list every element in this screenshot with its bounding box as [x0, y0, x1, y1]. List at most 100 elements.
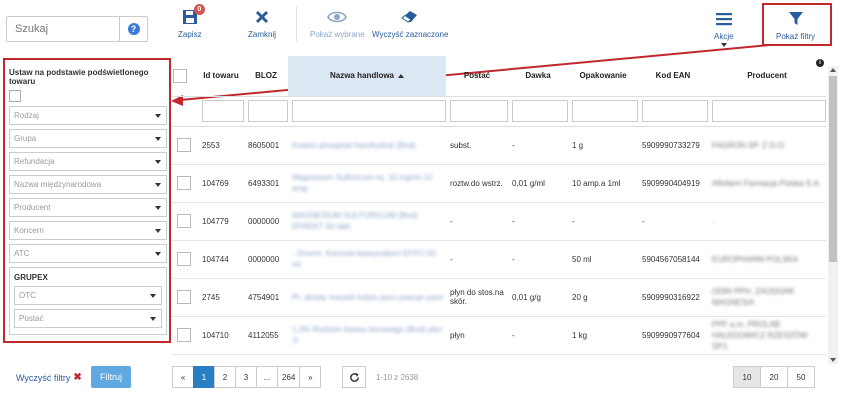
cell-nazwa: MAGNESIUM SULFURICUM (Bnd) EFREKT 60 tab…	[292, 211, 418, 231]
sort-ascending-icon	[398, 74, 404, 79]
pagination-page-3[interactable]: 3	[235, 366, 257, 388]
filter-input-id[interactable]	[202, 100, 244, 122]
column-header-producent[interactable]: Producent	[708, 56, 826, 97]
cell-opakowanie: 20 g	[572, 292, 588, 302]
cell-postac: płyn	[450, 330, 465, 340]
cell-id: 104710	[202, 330, 229, 340]
cell-id: 104744	[202, 254, 229, 264]
cell-bloz: 4112055	[248, 330, 279, 340]
scroll-thumb[interactable]	[829, 76, 837, 262]
row-checkbox[interactable]	[177, 328, 191, 342]
cell-opakowanie: 1 kg	[572, 330, 588, 340]
table-row[interactable]: 104769 6493301 Magnesium Sulfuricum inj. 1…	[172, 164, 826, 203]
cell-bloz-td: 6493301	[244, 164, 288, 203]
table-row[interactable]: 104744 0000000 - Zinemt. Kancela kaseycake…	[172, 240, 826, 279]
cell-id: 2553	[202, 140, 220, 150]
cell-dawka: -	[512, 140, 515, 150]
table-row[interactable]: 2745 4754901 Pr. aksidy meyadi lodytu poro…	[172, 278, 826, 317]
row-checkbox-cell	[172, 202, 198, 241]
cell-producent-td: ODRI PPH. ZAODGRK MAGNESIA	[708, 278, 826, 317]
cell-producent: Aflofarm Farmacja Polska S.A.	[712, 178, 821, 188]
table-row[interactable]: 104779 0000000 MAGNESIUM SULFURICUM (Bnd) …	[172, 202, 826, 241]
filter-select-producent[interactable]: Producent	[9, 198, 167, 217]
info-icon[interactable]: i	[816, 59, 824, 67]
select-value: Postać	[19, 314, 44, 323]
column-header-ean[interactable]: Kod EAN	[638, 56, 708, 97]
highlighted-product-checkbox[interactable]	[9, 90, 21, 102]
cell-id-td: 2745	[198, 278, 244, 317]
clear-filters-link[interactable]: Wyczyść filtry ✖	[16, 372, 82, 383]
cell-opakowanie-td: -	[568, 202, 638, 241]
cell-bloz: 4754901	[248, 292, 280, 302]
cell-producent-td: Aflofarm Farmacja Polska S.A.	[708, 164, 826, 203]
filter-select-postac[interactable]: Postać	[14, 309, 162, 328]
cell-nazwa-td: Kodein phosphat hemihydrat (Bnd)	[288, 126, 446, 165]
filter-select-grupa[interactable]: Grupa	[9, 129, 167, 148]
pagination-page-2[interactable]: 2	[214, 366, 236, 388]
column-header-postac[interactable]: Postać	[446, 56, 508, 97]
page-size-10[interactable]: 10	[733, 366, 761, 388]
select-all-checkbox[interactable]	[173, 68, 187, 83]
cell-postac-td: roztw.do wstrz.	[446, 164, 508, 203]
row-checkbox[interactable]	[177, 138, 191, 152]
column-header-nazwa[interactable]: Nazwa handlowa	[288, 56, 446, 97]
filter-input-ean[interactable]	[642, 100, 708, 122]
row-checkbox[interactable]	[177, 252, 191, 266]
filter-input-opakowanie[interactable]	[572, 100, 638, 122]
caret-down-icon	[150, 293, 156, 298]
cell-nazwa-td: Magnesium Sulfuricum inj. 10 mg/ml 10 am…	[288, 164, 446, 203]
cell-opakowanie: 10 amp.a 1ml	[572, 178, 621, 188]
filter-input-postac[interactable]	[450, 100, 508, 122]
filter-select-refundacja[interactable]: Refundacja	[9, 152, 167, 171]
cell-nazwa: 1,3% Roztwór kwasu borowego (Bnd) płyn 1…	[292, 325, 443, 345]
row-checkbox[interactable]	[177, 290, 191, 304]
cell-nazwa: - Zinemt. Kancela kaseycakeni EFFO 50 ml	[292, 249, 436, 269]
cell-ean: -	[642, 216, 645, 226]
filter-input-bloz[interactable]	[248, 100, 288, 122]
filter-input-dawka[interactable]	[512, 100, 568, 122]
column-header-id[interactable]: Id towaru	[198, 56, 244, 97]
cell-ean-td: 5904567058144	[638, 240, 708, 279]
page-size-20[interactable]: 20	[760, 366, 788, 388]
filter-panel: Ustaw na podstawie podświetlonego towaru…	[3, 58, 171, 343]
scroll-down-icon[interactable]	[830, 358, 836, 362]
cell-id: 2745	[202, 292, 220, 302]
results-range: 1-10 z 2638	[376, 373, 419, 382]
scroll-up-icon[interactable]	[830, 68, 836, 72]
caret-down-icon	[155, 205, 161, 210]
cell-producent: ODRI PPH. ZAODGRK MAGNESIA	[712, 287, 795, 307]
pagination-prev[interactable]: «	[172, 366, 194, 388]
filter-select-rodzaj[interactable]: Rodzaj	[9, 106, 167, 125]
pagination-next[interactable]: »	[299, 366, 322, 388]
cell-postac-td: płyn do stos.na skór.	[446, 278, 508, 317]
table-row[interactable]: 2553 8605001 Kodein phosphat hemihydrat (B…	[172, 126, 826, 165]
filter-select-nazwa-miedzynarodowa[interactable]: Nazwa międzynarodowa	[9, 175, 167, 194]
cell-opakowanie: 50 ml	[572, 254, 592, 264]
pagination-page-1[interactable]: 1	[193, 366, 215, 388]
row-checkbox-cell	[172, 164, 198, 203]
select-all-header	[172, 56, 198, 97]
filter-input-producent[interactable]	[712, 100, 826, 122]
table-scrollbar[interactable]	[828, 66, 838, 364]
pagination-page-last[interactable]: 264	[277, 366, 301, 388]
column-header-bloz[interactable]: BLOZ	[244, 56, 288, 97]
table-row[interactable]: 104710 4112055 1,3% Roztwór kwasu borowego…	[172, 316, 826, 355]
filter-select-otc[interactable]: OTC	[14, 286, 162, 305]
refresh-button[interactable]	[342, 366, 366, 388]
row-checkbox[interactable]	[177, 176, 191, 190]
cell-postac: płyn do stos.na skór.	[450, 288, 504, 306]
column-header-dawka[interactable]: Dawka	[508, 56, 568, 97]
apply-filters-button[interactable]: Filtruj	[91, 366, 131, 388]
cell-opakowanie: 1 g	[572, 140, 584, 150]
cell-dawka: -	[512, 330, 515, 340]
filter-select-atc[interactable]: ATC	[9, 244, 167, 263]
column-header-opakowanie[interactable]: Opakowanie	[568, 56, 638, 97]
select-value: Refundacja	[14, 157, 55, 166]
close-icon: ✖	[73, 372, 82, 383]
grupex-title: GRUPEX	[14, 273, 48, 282]
page-size-50[interactable]: 50	[787, 366, 815, 388]
filter-select-koncern[interactable]: Koncern	[9, 221, 167, 240]
cell-nazwa: Kodein phosphat hemihydrat (Bnd)	[292, 140, 416, 150]
row-checkbox[interactable]	[177, 214, 191, 228]
filter-input-nazwa[interactable]	[292, 100, 446, 122]
